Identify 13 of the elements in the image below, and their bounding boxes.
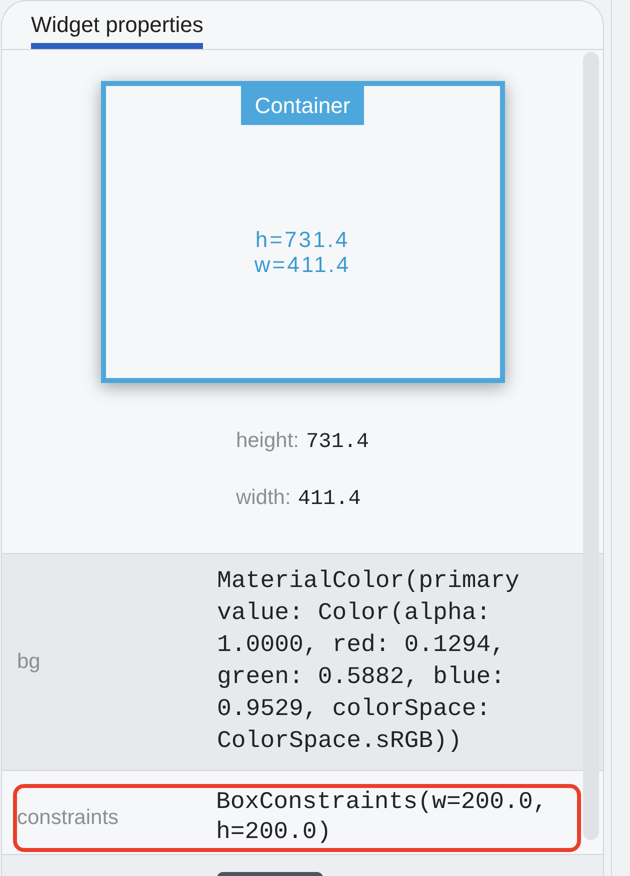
size-label: height: xyxy=(236,428,300,454)
property-name: bg xyxy=(16,650,42,674)
size-label: width: xyxy=(236,485,291,511)
width-text: w=411.4 xyxy=(254,252,351,276)
property-value: MaterialColor(primary value: Color(alpha: 1.0000, red: 0.1294, green: 0.5882, blue: 0.9529, colorSpace: ColorSpace.sRGB)) xyxy=(217,567,520,757)
property-value: BoxConstraints(w=200.0, h=200.0) xyxy=(216,788,548,848)
tab[interactable]: Widget properties xyxy=(31,1,204,49)
size-value: 731.4 xyxy=(306,430,370,456)
property-name: constraints xyxy=(17,806,120,830)
scrollbar[interactable] xyxy=(583,52,599,840)
height-text: h=731.4 xyxy=(255,226,350,252)
widget-name-label: Container xyxy=(240,86,364,125)
size-value: 411.4 xyxy=(298,487,361,513)
